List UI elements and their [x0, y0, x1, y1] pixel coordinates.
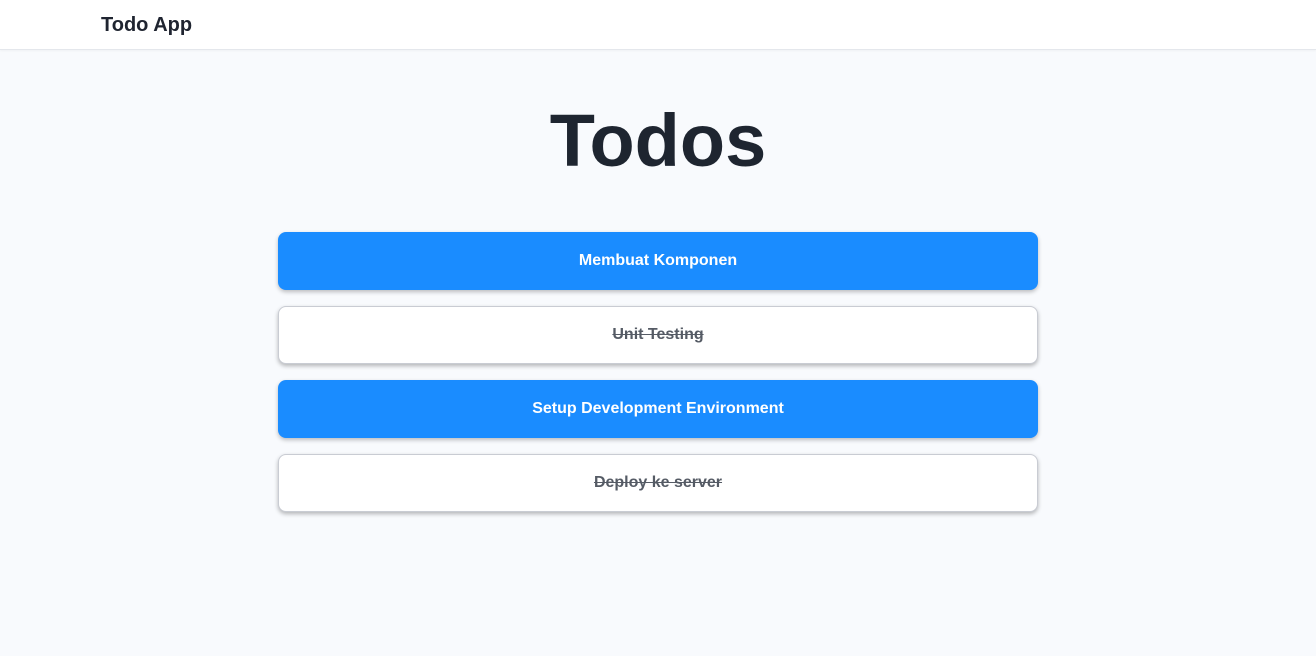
todo-item-label: Unit Testing	[612, 326, 704, 343]
todo-item-membuat-komponen[interactable]: Membuat Komponen	[278, 232, 1038, 290]
todo-item-deploy-ke-server[interactable]: Deploy ke server	[278, 454, 1038, 512]
todo-item-label: Deploy ke server	[593, 474, 723, 491]
page-title: Todos	[549, 99, 767, 182]
navbar: Todo App	[0, 0, 1316, 50]
app-brand[interactable]: Todo App	[101, 13, 192, 37]
todo-item-label: Membuat Komponen	[578, 252, 738, 269]
todo-item-setup-development-environment[interactable]: Setup Development Environment	[278, 380, 1038, 438]
todo-item-unit-testing[interactable]: Unit Testing	[278, 306, 1038, 364]
todo-item-label: Setup Development Environment	[532, 400, 784, 417]
todo-list: Membuat Komponen Unit Testing Setup Deve…	[278, 232, 1038, 528]
